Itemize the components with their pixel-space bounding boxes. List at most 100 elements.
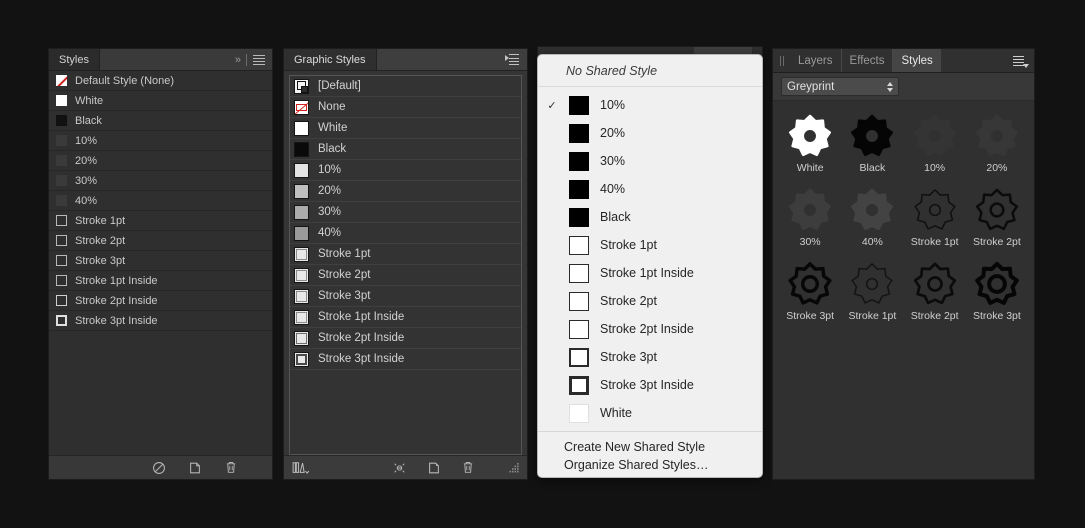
style-list-item[interactable]: Stroke 3pt xyxy=(49,251,272,271)
tab-styles[interactable]: Styles xyxy=(893,49,941,72)
style-list-item-label: Stroke 3pt Inside xyxy=(75,314,158,327)
panel-drag-handle-icon[interactable] xyxy=(773,49,790,72)
preset-select-value: Greyprint xyxy=(787,80,835,93)
graphic-style-list-item[interactable]: Stroke 3pt Inside xyxy=(290,349,521,370)
hamburger-menu-icon[interactable] xyxy=(253,54,265,65)
tab-graphic-styles[interactable]: Graphic Styles xyxy=(284,49,377,70)
shared-style-menu-item[interactable]: Stroke 3pt Inside xyxy=(538,371,762,399)
graphic-style-list-item[interactable]: White xyxy=(290,118,521,139)
graphic-style-swatch-icon xyxy=(294,141,309,157)
tab-layers[interactable]: Layers xyxy=(790,49,842,72)
shared-style-menu-item[interactable]: Stroke 3pt xyxy=(538,343,762,371)
style-thumbnail[interactable]: 30% xyxy=(779,187,841,261)
stroke-swatch-icon xyxy=(294,267,309,283)
preset-select[interactable]: Greyprint xyxy=(781,77,899,96)
style-swatch-icon xyxy=(56,135,67,146)
style-list-item-label: 40% xyxy=(75,194,98,207)
style-thumbnail[interactable]: White xyxy=(779,113,841,187)
style-thumbnail[interactable]: Stroke 1pt xyxy=(841,261,903,335)
shared-style-menu-item[interactable]: Stroke 1pt Inside xyxy=(538,259,762,287)
break-link-icon[interactable] xyxy=(392,461,407,475)
style-thumbnail[interactable]: Stroke 2pt xyxy=(966,187,1028,261)
graphic-style-list-item[interactable]: 30% xyxy=(290,202,521,223)
graphic-style-list-item[interactable]: None xyxy=(290,97,521,118)
gear-icon xyxy=(788,262,832,305)
style-thumbnail[interactable]: 10% xyxy=(904,113,966,187)
graphic-style-list-item[interactable]: 40% xyxy=(290,223,521,244)
style-list-item[interactable]: 20% xyxy=(49,151,272,171)
graphic-styles-tabbar: Graphic Styles xyxy=(284,49,527,71)
graphic-style-list-item[interactable]: Stroke 2pt Inside xyxy=(290,328,521,349)
shared-style-menu-item[interactable]: Stroke 1pt xyxy=(538,231,762,259)
tab-effects[interactable]: Effects xyxy=(842,49,894,72)
style-list-item[interactable]: Stroke 1pt xyxy=(49,211,272,231)
photoshop-panel-tabbar: Layers Effects Styles xyxy=(773,49,1034,73)
shared-style-menu-item[interactable]: 30% xyxy=(538,147,762,175)
style-thumbnail[interactable]: Stroke 1pt xyxy=(904,187,966,261)
graphic-style-list-item[interactable]: 10% xyxy=(290,160,521,181)
style-thumbnail-label: Stroke 2pt xyxy=(972,236,1021,248)
shared-style-swatch-icon xyxy=(569,375,589,395)
new-style-icon[interactable] xyxy=(427,461,441,475)
style-list-item[interactable]: Default Style (None) xyxy=(49,71,272,91)
shared-style-menu-item[interactable]: Stroke 2pt xyxy=(538,287,762,315)
style-thumbnail[interactable]: 40% xyxy=(841,187,903,261)
styles-list[interactable]: Default Style (None) White Black 10% 20% 30% 4… xyxy=(49,71,272,455)
photoshop-styles-panel: Layers Effects Styles Greyprint White Black… xyxy=(772,48,1035,480)
resize-grip-icon[interactable] xyxy=(509,462,519,473)
shared-style-menu-action[interactable]: Create New Shared Style xyxy=(538,438,762,456)
shared-style-menu-item[interactable]: ✓ 10% xyxy=(538,91,762,119)
style-list-item-label: Default Style (None) xyxy=(75,74,175,87)
tab-styles[interactable]: Styles xyxy=(49,49,100,70)
style-list-item[interactable]: White xyxy=(49,91,272,111)
shared-style-swatch-icon xyxy=(569,151,589,171)
style-list-item[interactable]: 30% xyxy=(49,171,272,191)
shared-style-menu-item[interactable]: 40% xyxy=(538,175,762,203)
style-list-item[interactable]: 10% xyxy=(49,131,272,151)
shared-style-menu-item[interactable]: White xyxy=(538,399,762,427)
style-list-item[interactable]: 40% xyxy=(49,191,272,211)
graphic-style-list-item[interactable]: Stroke 1pt Inside xyxy=(290,307,521,328)
style-thumbnail[interactable]: 20% xyxy=(966,113,1028,187)
trash-icon[interactable] xyxy=(461,460,475,475)
style-thumbnail[interactable]: Stroke 3pt xyxy=(966,261,1028,335)
shared-style-menu-item[interactable]: Stroke 2pt Inside xyxy=(538,315,762,343)
style-list-item[interactable]: Stroke 1pt Inside xyxy=(49,271,272,291)
graphic-style-list-item[interactable]: Black xyxy=(290,139,521,160)
style-list-item[interactable]: Stroke 3pt Inside xyxy=(49,311,272,331)
flyout-menu-icon[interactable] xyxy=(1013,55,1029,68)
style-thumbnail-grid[interactable]: White Black 10% 20% 30% 40% Stroke 1pt Stroke 2… xyxy=(773,101,1034,479)
shared-style-swatch-icon xyxy=(569,123,589,143)
stepper-arrows-icon[interactable] xyxy=(887,81,893,92)
new-style-icon[interactable] xyxy=(188,461,202,475)
graphic-style-list-item[interactable]: Stroke 2pt xyxy=(290,265,521,286)
style-list-item[interactable]: Black xyxy=(49,111,272,131)
trash-icon[interactable] xyxy=(224,460,238,475)
style-thumbnail[interactable]: Stroke 2pt xyxy=(904,261,966,335)
flyout-menu-icon[interactable] xyxy=(505,54,519,65)
shared-style-menu-action[interactable]: Organize Shared Styles… xyxy=(538,456,762,474)
style-list-item[interactable]: Stroke 2pt Inside xyxy=(49,291,272,311)
no-style-icon[interactable] xyxy=(152,461,166,475)
menu-actions[interactable]: Create New Shared Style Organize Shared S… xyxy=(538,431,762,477)
graphic-style-list-item[interactable]: Stroke 1pt xyxy=(290,244,521,265)
shared-style-menu-item[interactable]: Black xyxy=(538,203,762,231)
shared-style-dropdown-menu[interactable]: No Shared Style ✓ 10% 20% 30% 40% Black Stroke… xyxy=(537,54,763,478)
style-thumbnail[interactable]: Black xyxy=(841,113,903,187)
style-swatch-icon xyxy=(56,95,67,106)
graphic-style-list-item[interactable]: 20% xyxy=(290,181,521,202)
style-swatch-icon xyxy=(56,295,67,306)
styles-library-icon[interactable] xyxy=(292,461,310,475)
style-thumbnail[interactable]: Stroke 3pt xyxy=(779,261,841,335)
style-thumbnail-label: Stroke 1pt xyxy=(910,236,959,248)
graphic-style-list-item[interactable]: Stroke 3pt xyxy=(290,286,521,307)
style-list-item-label: 20% xyxy=(75,154,98,167)
style-list-item[interactable]: Stroke 2pt xyxy=(49,231,272,251)
menu-items[interactable]: ✓ 10% 20% 30% 40% Black Stroke 1pt Stroke 1pt I… xyxy=(538,87,762,431)
graphic-style-swatch-icon xyxy=(294,204,309,220)
graphic-style-swatch-icon xyxy=(294,120,309,136)
chevrons-right-icon[interactable]: » xyxy=(235,54,241,66)
graphic-style-list-item[interactable]: [Default] xyxy=(290,76,521,97)
shared-style-menu-item[interactable]: 20% xyxy=(538,119,762,147)
graphic-styles-list[interactable]: [Default] None White Black 10% 20% 30% 40% Strok… xyxy=(289,75,522,455)
